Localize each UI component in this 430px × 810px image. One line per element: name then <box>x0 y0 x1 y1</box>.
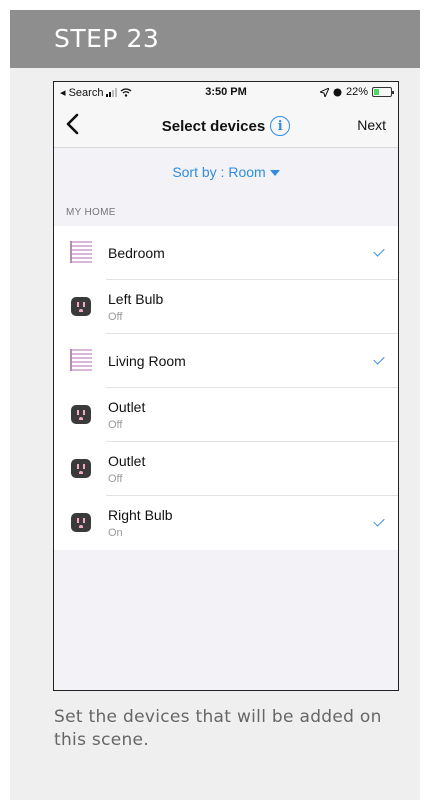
info-icon[interactable]: i <box>270 116 291 136</box>
checkmark-icon <box>374 246 386 258</box>
device-name: Right Bulb <box>108 507 173 523</box>
step-header: STEP 23 <box>10 10 420 68</box>
battery-percent: 22% <box>345 86 368 98</box>
device-name: Living Room <box>108 353 186 369</box>
phone-screenshot: ◂ Search 3:50 PM 22% Select devices i Ne… <box>53 81 399 691</box>
device-row-right-bulb[interactable]: Right Bulb On <box>54 496 398 550</box>
device-name: Bedroom <box>108 245 165 261</box>
section-header: MY HOME <box>66 207 116 218</box>
navigation-bar: Select devices i Next <box>54 102 398 148</box>
battery-icon <box>372 87 394 97</box>
outlet-icon <box>71 297 91 316</box>
device-row-outlet-1[interactable]: Outlet Off <box>54 388 398 442</box>
status-bar-right: 22% <box>319 86 394 98</box>
device-row-outlet-2[interactable]: Outlet Off <box>54 442 398 496</box>
device-name: Outlet <box>108 399 146 415</box>
device-list: Bedroom Left Bulb Off Living Room Outlet… <box>54 226 398 550</box>
device-row-left-bulb[interactable]: Left Bulb Off <box>54 280 398 334</box>
room-icon <box>70 241 92 263</box>
sort-dropdown[interactable]: Sort by : Room <box>54 164 398 180</box>
checkmark-icon <box>374 516 386 528</box>
next-button[interactable]: Next <box>357 117 386 133</box>
status-bar: ◂ Search 3:50 PM 22% <box>54 82 398 102</box>
device-row-bedroom[interactable]: Bedroom <box>54 226 398 280</box>
caret-down-icon <box>269 170 280 177</box>
nav-title-container: Select devices i <box>54 116 398 136</box>
location-arrow-icon <box>319 87 329 97</box>
checkmark-icon <box>374 354 386 366</box>
room-icon <box>70 349 92 371</box>
device-status: Off <box>108 473 123 485</box>
outlet-icon <box>71 459 91 478</box>
device-status: On <box>108 527 123 539</box>
step-title: STEP 23 <box>54 24 160 53</box>
alarm-icon <box>333 88 342 96</box>
device-name: Outlet <box>108 453 146 469</box>
outlet-icon <box>71 405 91 424</box>
step-caption: Set the devices that will be added on th… <box>54 707 382 750</box>
device-status: Off <box>108 419 123 431</box>
device-name: Left Bulb <box>108 291 164 307</box>
device-status: Off <box>108 311 123 323</box>
step-card: STEP 23 ◂ Search 3:50 PM 22% Select devi… <box>10 10 420 800</box>
device-row-living-room[interactable]: Living Room <box>54 334 398 388</box>
outlet-icon <box>71 513 91 532</box>
page-title: Select devices <box>161 117 266 135</box>
nav-title-wrap: Select devices i <box>161 116 291 136</box>
sort-label: Sort by : Room <box>172 164 266 180</box>
